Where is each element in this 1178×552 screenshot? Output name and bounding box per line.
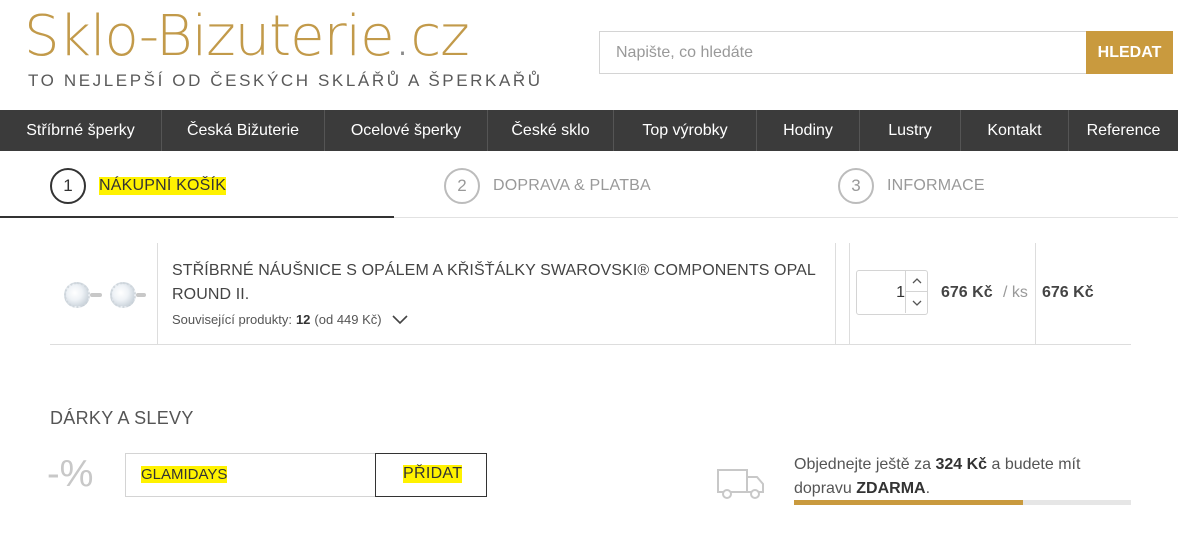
shipping-text-before: Objednejte ještě za: [794, 456, 931, 473]
chevron-down-icon: [912, 300, 921, 306]
chevron-down-icon: [392, 314, 408, 324]
shipping-text-line2: dopravu: [794, 480, 852, 497]
shipping-text-middle: a budete mít: [991, 456, 1081, 473]
quantity-increase-button[interactable]: [905, 271, 927, 292]
apply-coupon-button[interactable]: PŘIDAT: [375, 453, 487, 497]
per-unit-label: / ks: [1003, 284, 1028, 301]
earring-post-right: [136, 293, 146, 297]
free-shipping-progress-fill: [794, 500, 1024, 505]
related-label: Související produkty:: [172, 312, 292, 327]
earring-stone-left: [64, 282, 90, 308]
line-total-price: 676 Kč: [1042, 284, 1094, 301]
shipping-period: .: [925, 480, 931, 497]
search-button[interactable]: HLEDAT: [1086, 31, 1173, 74]
discount-percent-icon: -%: [47, 453, 94, 495]
step-number: 3: [838, 168, 874, 204]
free-shipping-message: Objednejte ještě za 324 Kč a budete mít …: [794, 453, 1134, 501]
logo-wordmark: Sklo-Bizuterie.cz: [24, 4, 470, 69]
header: Sklo-Bizuterie.cz TO NEJLEPŠÍ OD ČESKÝCH…: [0, 0, 1178, 110]
apply-coupon-label: PŘIDAT: [403, 465, 463, 483]
product-thumbnail[interactable]: [50, 243, 158, 344]
nav-item-czech-glass[interactable]: České sklo: [488, 110, 614, 151]
earring-post-left: [90, 293, 102, 297]
chevron-up-icon: [912, 278, 921, 284]
step-number: 1: [50, 168, 86, 204]
step-label: DOPRAVA & PLATBA: [493, 177, 651, 194]
column-divider: [1035, 243, 1036, 344]
column-divider: [835, 243, 836, 344]
step-information[interactable]: 3 INFORMACE: [838, 168, 985, 204]
shipping-remaining-amount: 324 Kč: [935, 456, 988, 473]
step-number: 2: [444, 168, 480, 204]
step-cart[interactable]: 1 NÁKUPNÍ KOŠÍK: [50, 168, 227, 204]
column-divider: [849, 243, 850, 344]
nav-item-watches[interactable]: Hodiny: [757, 110, 860, 151]
logo-tagline: TO NEJLEPŠÍ OD ČESKÝCH SKLÁŘŮ A ŠPERKAŘŮ: [28, 71, 543, 90]
search-bar: HLEDAT: [599, 31, 1173, 74]
logo-tld: cz: [410, 4, 469, 69]
step-shipping-payment[interactable]: 2 DOPRAVA & PLATBA: [444, 168, 651, 204]
free-shipping-progress: [794, 500, 1131, 505]
related-count: 12: [295, 312, 311, 327]
active-step-underline: [0, 216, 394, 218]
nav-item-czech-bijouterie[interactable]: Česká Bižuterie: [162, 110, 325, 151]
coupon-code-value: GLAMIDAYS: [141, 466, 228, 483]
nav-item-steel-jewelry[interactable]: Ocelové šperky: [325, 110, 488, 151]
search-input[interactable]: [599, 31, 1087, 74]
product-name-line1: STŘÍBRNÉ NÁUŠNICE S OPÁLEM A KŘIŠŤÁLKY S…: [172, 262, 816, 279]
earring-stone-right: [110, 282, 136, 308]
product-name-line2: ROUND II.: [172, 286, 250, 303]
related-from-price: (od 449 Kč): [314, 312, 382, 327]
unit-price: 676 Kč: [941, 284, 993, 301]
gifts-discounts-title: DÁRKY A SLEVY: [50, 408, 194, 428]
checkout-steps: 1 NÁKUPNÍ KOŠÍK 2 DOPRAVA & PLATBA 3 INF…: [0, 151, 1178, 218]
quantity-input[interactable]: 1: [857, 271, 905, 314]
cart-item-row: STŘÍBRNÉ NÁUŠNICE S OPÁLEM A KŘIŠŤÁLKY S…: [50, 243, 1131, 345]
logo-brand: Sklo-Bizuterie: [24, 4, 395, 69]
product-name[interactable]: STŘÍBRNÉ NÁUŠNICE S OPÁLEM A KŘIŠŤÁLKY S…: [172, 259, 822, 307]
quantity-decrease-button[interactable]: [905, 292, 927, 313]
nav-item-references[interactable]: Reference: [1069, 110, 1178, 151]
main-nav: Stříbrné šperky Česká Bižuterie Ocelové …: [0, 110, 1178, 151]
coupon-code-field[interactable]: GLAMIDAYS: [125, 453, 376, 497]
nav-item-chandeliers[interactable]: Lustry: [860, 110, 961, 151]
nav-item-top-products[interactable]: Top výrobky: [614, 110, 757, 151]
nav-item-silver-jewelry[interactable]: Stříbrné šperky: [0, 110, 162, 151]
step-label: INFORMACE: [887, 177, 985, 194]
step-label: NÁKUPNÍ KOŠÍK: [99, 177, 227, 195]
nav-item-contact[interactable]: Kontakt: [961, 110, 1069, 151]
logo[interactable]: Sklo-Bizuterie.cz TO NEJLEPŠÍ OD ČESKÝCH…: [24, 4, 540, 96]
quantity-stepper: 1: [856, 270, 928, 315]
truck-icon: [717, 469, 764, 499]
shipping-free-label: ZDARMA: [856, 480, 926, 497]
related-products-toggle[interactable]: Související produkty: 12 (od 449 Kč): [172, 312, 408, 327]
